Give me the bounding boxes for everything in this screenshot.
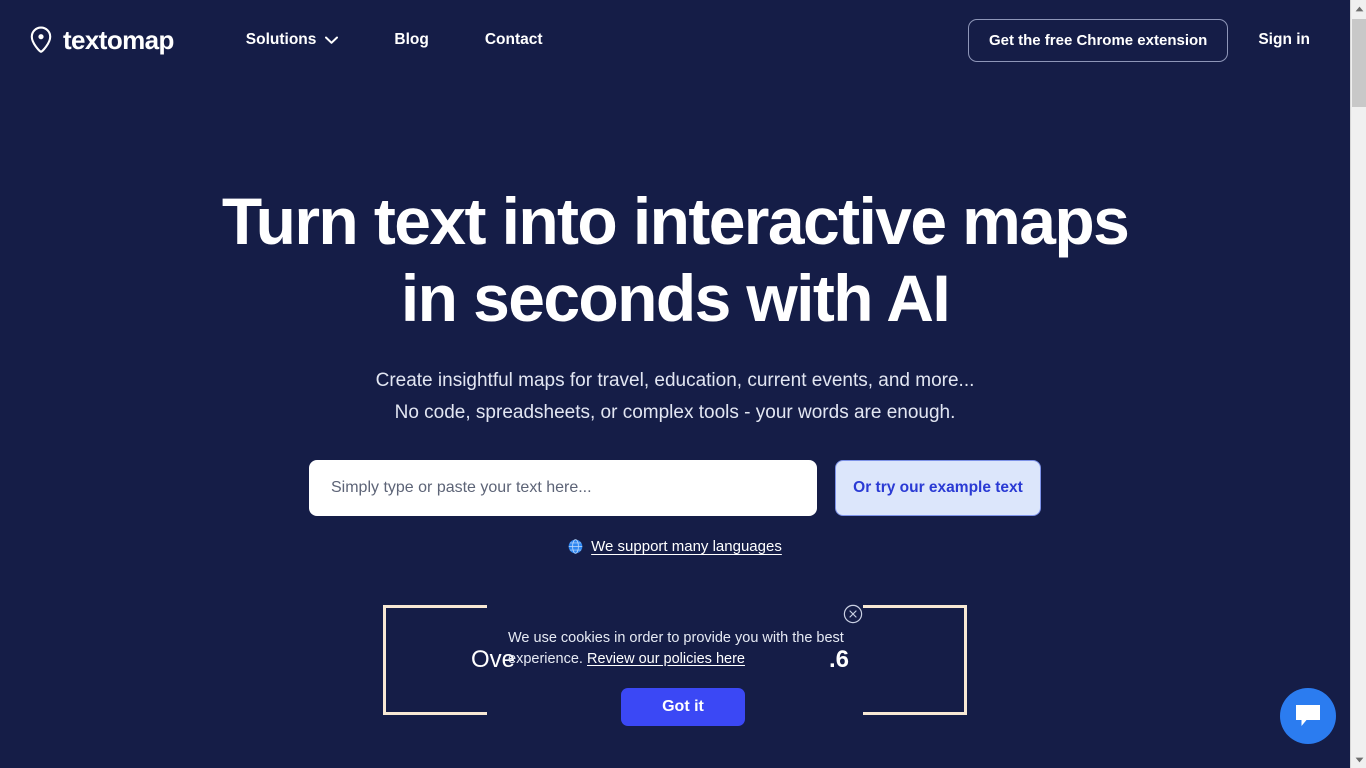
close-circle-icon[interactable]: [843, 604, 863, 624]
cookie-accept-button[interactable]: Got it: [621, 688, 745, 727]
cookie-banner-text: We use cookies in order to provide you w…: [497, 598, 869, 669]
stat-box-right: .6: [829, 605, 967, 715]
scrollbar-down-arrow[interactable]: [1351, 751, 1366, 768]
chrome-extension-button[interactable]: Get the free Chrome extension: [967, 18, 1229, 62]
nav-item-solutions[interactable]: Solutions: [246, 21, 339, 59]
brand-logo[interactable]: textomap: [28, 26, 174, 54]
chevron-down-icon: [1355, 757, 1363, 762]
chevron-down-icon: [325, 36, 339, 44]
page-title: Turn text into interactive maps in secon…: [0, 183, 1350, 337]
nav-item-contact-label: Contact: [484, 31, 543, 48]
globe-icon: [568, 539, 583, 554]
scrollbar-up-arrow[interactable]: [1351, 0, 1366, 17]
subtitle-line-2: No code, spreadsheets, or complex tools …: [394, 402, 956, 424]
nav-item-solutions-label: Solutions: [245, 31, 317, 48]
hero-search-row: Or try our example text: [0, 460, 1350, 517]
chat-bubble-icon: [1296, 705, 1320, 726]
languages-row: We support many languages: [0, 538, 1350, 555]
headline-line-2: in seconds with AI: [400, 261, 951, 336]
languages-link[interactable]: We support many languages: [591, 538, 782, 555]
brand-name: textomap: [63, 25, 174, 55]
example-text-button[interactable]: Or try our example text: [835, 460, 1041, 517]
primary-nav: Solutions Blog Contact: [246, 21, 543, 59]
map-pin-icon: [30, 26, 52, 53]
hero-subtitle: Create insightful maps for travel, educa…: [0, 365, 1350, 429]
stat-box-left: Ove: [383, 605, 515, 715]
subtitle-line-1: Create insightful maps for travel, educa…: [375, 370, 975, 392]
chat-widget-button[interactable]: [1280, 688, 1336, 744]
nav-item-blog[interactable]: Blog: [394, 21, 428, 59]
cookie-banner: We use cookies in order to provide you w…: [497, 598, 869, 727]
scrollbar-thumb[interactable]: [1352, 19, 1366, 107]
hero-section: Turn text into interactive maps in secon…: [0, 80, 1350, 555]
chevron-up-icon: [1355, 6, 1363, 11]
search-input[interactable]: [309, 460, 817, 517]
page-scrollbar[interactable]: [1350, 0, 1366, 768]
site-header: textomap Solutions Blog Contact Get the …: [0, 0, 1350, 80]
page-root: textomap Solutions Blog Contact Get the …: [0, 0, 1366, 768]
header-actions: Get the free Chrome extension Sign in: [967, 18, 1326, 62]
sign-in-link[interactable]: Sign in: [1258, 31, 1326, 49]
nav-item-blog-label: Blog: [394, 31, 429, 48]
cookie-policy-link[interactable]: Review our policies here: [587, 651, 745, 667]
headline-line-1: Turn text into interactive maps: [221, 184, 1130, 258]
nav-item-contact[interactable]: Contact: [485, 21, 543, 59]
